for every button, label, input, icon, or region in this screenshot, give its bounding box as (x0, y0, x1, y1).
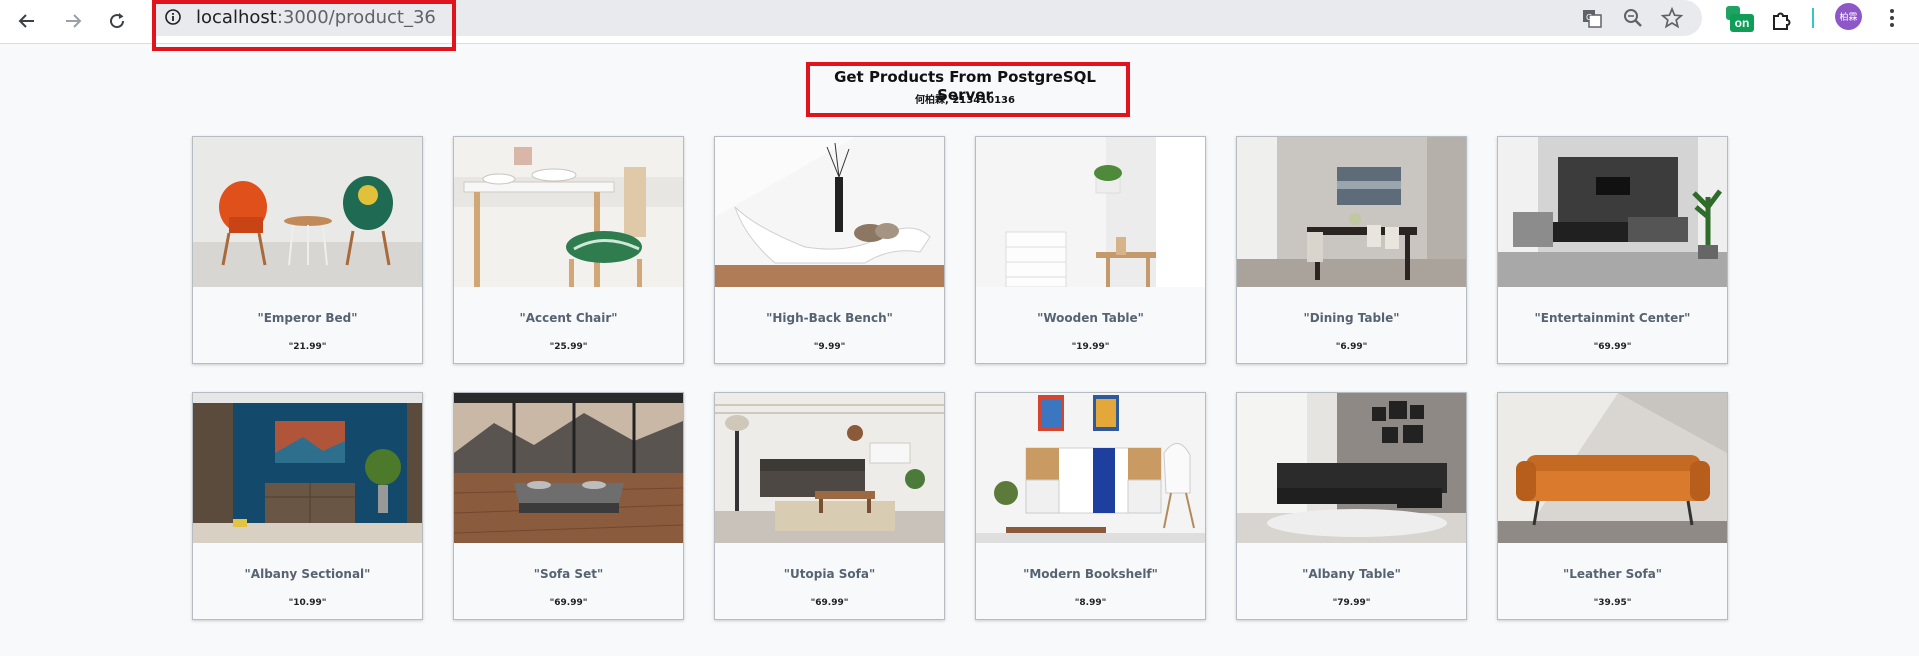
product-image (1237, 137, 1466, 287)
product-price: "19.99" (1071, 342, 1110, 352)
product-image (715, 393, 944, 543)
svg-text:G: G (1586, 13, 1592, 22)
product-name: "Entertainmint Center" (1534, 311, 1691, 325)
extensions-puzzle-icon[interactable] (1765, 4, 1797, 36)
product-card[interactable]: "Utopia Sofa" "69.99" (714, 392, 945, 620)
url-annotation-box (152, 0, 456, 51)
product-price: "9.99" (813, 342, 846, 352)
product-card[interactable]: "Entertainmint Center" "69.99" (1497, 136, 1728, 364)
product-card[interactable]: "High-Back Bench" "9.99" (714, 136, 945, 364)
product-card[interactable]: "Wooden Table" "19.99" (975, 136, 1206, 364)
product-image (1237, 393, 1466, 543)
product-name: "Modern Bookshelf" (1023, 567, 1158, 581)
product-image (1498, 137, 1727, 287)
product-price: "69.99" (1593, 342, 1632, 352)
reload-button[interactable] (102, 6, 132, 36)
product-image (193, 393, 422, 543)
product-price: "8.99" (1074, 598, 1107, 608)
product-image (454, 137, 683, 287)
product-name: "Albany Sectional" (244, 567, 371, 581)
product-image (1498, 393, 1727, 543)
product-image (976, 393, 1205, 543)
forward-button[interactable] (58, 6, 88, 36)
product-price: "21.99" (288, 342, 327, 352)
product-name: "Wooden Table" (1037, 311, 1144, 325)
product-name: "Leather Sofa" (1562, 567, 1663, 581)
product-price: "69.99" (549, 598, 588, 608)
zoom-icon[interactable] (1619, 4, 1647, 32)
product-name: "Albany Table" (1302, 567, 1401, 581)
title-annotation-box (806, 62, 1130, 117)
product-price: "79.99" (1332, 598, 1371, 608)
forward-arrow-icon (66, 14, 82, 28)
product-card[interactable]: "Albany Table" "79.99" (1236, 392, 1467, 620)
product-price: "25.99" (549, 342, 588, 352)
translate-icon[interactable]: G (1578, 4, 1606, 32)
product-name: "Accent Chair" (519, 311, 618, 325)
product-card[interactable]: "Sofa Set" "69.99" (453, 392, 684, 620)
product-price: "6.99" (1335, 342, 1368, 352)
product-name: "Dining Table" (1303, 311, 1400, 325)
extension-on-icon[interactable]: on (1726, 6, 1754, 34)
profile-avatar[interactable]: 柏霖 (1835, 3, 1862, 30)
reload-icon (110, 13, 125, 29)
product-card[interactable]: "Emperor Bed" "21.99" (192, 136, 423, 364)
product-name: "Utopia Sofa" (783, 567, 876, 581)
product-card[interactable]: "Accent Chair" "25.99" (453, 136, 684, 364)
browser-menu-icon[interactable] (1880, 4, 1904, 32)
product-name: "Emperor Bed" (257, 311, 358, 325)
product-image (715, 137, 944, 287)
back-button[interactable] (12, 6, 42, 36)
extension-badge-label: on (1730, 14, 1754, 32)
toolbar-divider (1812, 8, 1814, 28)
back-arrow-icon (18, 14, 34, 28)
product-price: "69.99" (810, 598, 849, 608)
product-card[interactable]: "Dining Table" "6.99" (1236, 136, 1467, 364)
product-price: "39.95" (1593, 598, 1632, 608)
product-price: "10.99" (288, 598, 327, 608)
product-card[interactable]: "Leather Sofa" "39.95" (1497, 392, 1728, 620)
product-card[interactable]: "Modern Bookshelf" "8.99" (975, 392, 1206, 620)
product-grid: "Emperor Bed" "21.99" "Accent Chair" "25… (192, 136, 1728, 620)
product-image (193, 137, 422, 287)
product-name: "Sofa Set" (533, 567, 604, 581)
product-image (454, 393, 683, 543)
product-card[interactable]: "Albany Sectional" "10.99" (192, 392, 423, 620)
bookmark-star-icon[interactable] (1658, 4, 1686, 32)
product-image (976, 137, 1205, 287)
product-name: "High-Back Bench" (766, 311, 893, 325)
